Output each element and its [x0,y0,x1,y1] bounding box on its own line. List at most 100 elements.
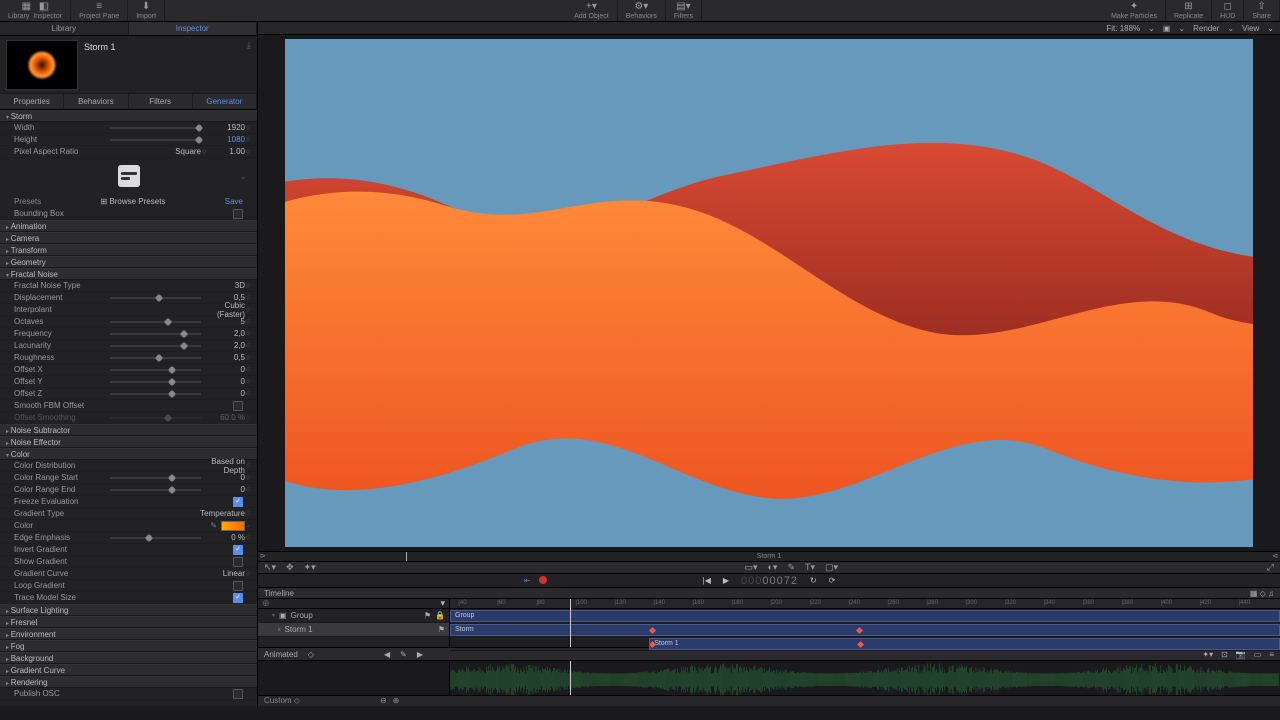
section-surface-lighting[interactable]: Surface Lighting [0,604,257,616]
lock-icon[interactable]: ⤓ [247,40,251,51]
timeline-view-icon[interactable]: ▦ [1250,589,1258,598]
tab-inspector[interactable]: Inspector [129,22,258,35]
chevron-down-icon[interactable]: ⌄ [1148,24,1155,33]
checkbox[interactable] [233,401,243,411]
param-offset-x[interactable]: Offset X0◇ [0,364,257,376]
section-fractal-noise[interactable]: Fractal Noise [0,268,257,280]
mini-timeline[interactable]: ⊳ Storm 1 ⊲ [258,551,1280,560]
audio-view-icon[interactable]: ♫ [1268,589,1274,598]
playhead-audio[interactable] [570,661,571,695]
animated-dropdown[interactable]: Animated [264,650,298,659]
param-color-range-start[interactable]: Color Range Start0◇ [0,472,257,484]
filter-icon[interactable]: ⊕ [262,598,270,609]
timecode-display[interactable]: 00000072 [741,574,798,587]
kf-add-icon[interactable]: ✎ [400,650,407,659]
lock-icon[interactable]: 🔒 [435,611,445,620]
checkbox[interactable] [233,593,243,603]
param-edge-emphasis[interactable]: Edge Emphasis0 %◇ [0,532,257,544]
behaviors-button[interactable]: ⚙▾ Behaviors [618,0,666,21]
section-background[interactable]: Background [0,652,257,664]
param-color-swatch[interactable]: Color✎⌄ [0,520,257,532]
param-trace-model-size[interactable]: Trace Model Size [0,592,257,604]
custom-dropdown[interactable]: Custom [264,696,292,705]
clip-storm[interactable]: Storm [450,624,1280,636]
param-loop-gradient[interactable]: Loop Gradient [0,580,257,592]
playhead-mini[interactable] [406,552,407,560]
param-freeze-evaluation[interactable]: Freeze Evaluation [0,496,257,508]
save-preset-button[interactable]: Save [225,197,243,206]
expand-icon[interactable]: ⤢ [1267,562,1274,573]
section-animation[interactable]: Animation [0,220,257,232]
param-interpolant[interactable]: InterpolantCubic (Faster)◇ [0,304,257,316]
keyframe-view-icon[interactable]: ◇ [1260,589,1266,598]
prev-frame-button[interactable]: |◀ [703,576,711,585]
visibility-icon[interactable]: ⚑ [424,611,431,620]
import-button[interactable]: ⬇ Import [128,0,165,21]
tab-generator[interactable]: Generator [193,94,257,109]
section-geometry[interactable]: Geometry [0,256,257,268]
tab-filters[interactable]: Filters [129,94,193,109]
param-roughness[interactable]: Roughness0,5◇ [0,352,257,364]
render-dropdown[interactable]: Render [1193,24,1219,33]
chevron-down-icon[interactable]: ◇ [308,650,314,659]
canvas[interactable] [285,39,1253,547]
section-rendering[interactable]: Rendering [0,676,257,688]
replicate-button[interactable]: ⊞ Replicate [1166,0,1212,21]
audio-track[interactable] [450,661,1280,695]
kf-next-icon[interactable]: ▶ [417,650,423,659]
crop-tool-icon[interactable]: ✦▾ [304,562,316,573]
color-swatch[interactable] [221,521,245,531]
param-frequency[interactable]: Frequency2,0◇ [0,328,257,340]
chevron-down-icon[interactable]: ⌄ [1227,24,1234,33]
chevron-down-icon[interactable]: ▾ [440,598,445,609]
param-fn-type[interactable]: Fractal Noise Type3D◇ [0,280,257,292]
keyframe-icon[interactable] [857,641,864,648]
keyframe-icon[interactable] [856,627,863,634]
section-transform[interactable]: Transform [0,244,257,256]
timeline-ruler[interactable]: |40|60|80|100|120|140|160|180|200|220|24… [450,599,1280,609]
chevron-down-icon[interactable]: ◇ [294,696,300,705]
section-noise-subtractor[interactable]: Noise Subtractor [0,424,257,436]
filters-button[interactable]: ▤▾ Filters [666,0,702,21]
section-environment[interactable]: Environment [0,628,257,640]
make-particles-button[interactable]: ✦ Make Particles [1103,0,1166,21]
section-fog[interactable]: Fog [0,640,257,652]
play-button[interactable]: ▶ [723,576,729,585]
zoom-out-icon[interactable]: ⊖ [380,696,387,705]
tab-behaviors[interactable]: Behaviors [64,94,128,109]
eyedropper-icon[interactable]: ✎ [210,521,217,530]
record-button[interactable] [539,576,547,584]
add-object-button[interactable]: +▾ Add Object [566,0,618,21]
chevron-down-icon[interactable]: ⌄ [1178,24,1185,33]
project-pane-button[interactable]: ≡ Project Pane [71,0,128,21]
param-offset-z[interactable]: Offset Z0◇ [0,388,257,400]
loop-button[interactable]: ↻ [810,576,817,585]
chevron-down-icon[interactable]: ⌄ [245,522,251,529]
param-lacunarity[interactable]: Lacunarity2,0◇ [0,340,257,352]
arrow-tool-icon[interactable]: ↖▾ [264,562,276,573]
kf-prev-icon[interactable]: ◀ [384,650,390,659]
zoom-in-icon[interactable]: ⊕ [393,696,400,705]
checkbox[interactable] [233,557,243,567]
param-smooth-fbm[interactable]: Smooth FBM Offset [0,400,257,412]
visibility-icon[interactable]: ⚑ [438,625,445,634]
param-invert-gradient[interactable]: Invert Gradient [0,544,257,556]
checkbox[interactable] [233,497,243,507]
checkbox[interactable] [233,689,243,699]
shape-tool-icon[interactable]: ▢▾ [825,562,838,573]
param-publish-osc[interactable]: Publish OSC [0,688,257,700]
param-gradient-type[interactable]: Gradient TypeTemperature◇ [0,508,257,520]
section-storm[interactable]: Storm [0,110,257,122]
inspector-scroll[interactable]: Storm Width1920◇ Height1080◇ Pixel Aspec… [0,110,257,706]
param-gradient-curve[interactable]: Gradient CurveLinear◇ [0,568,257,580]
next-frame-button[interactable]: ⟳ [829,576,836,585]
fit-dropdown[interactable]: Fit: 188% [1106,24,1140,33]
rect-tool-icon[interactable]: ▭▾ [744,562,757,573]
param-offset-y[interactable]: Offset Y0◇ [0,376,257,388]
mask-tool-icon[interactable]: ◐▾ [767,562,777,573]
param-pixel-aspect[interactable]: Pixel Aspect RatioSquare◇1.00◇ [0,146,257,158]
section-noise-effector[interactable]: Noise Effector [0,436,257,448]
param-height[interactable]: Height1080◇ [0,134,257,146]
param-width[interactable]: Width1920◇ [0,122,257,134]
share-button[interactable]: ⇪ Share [1244,0,1280,21]
